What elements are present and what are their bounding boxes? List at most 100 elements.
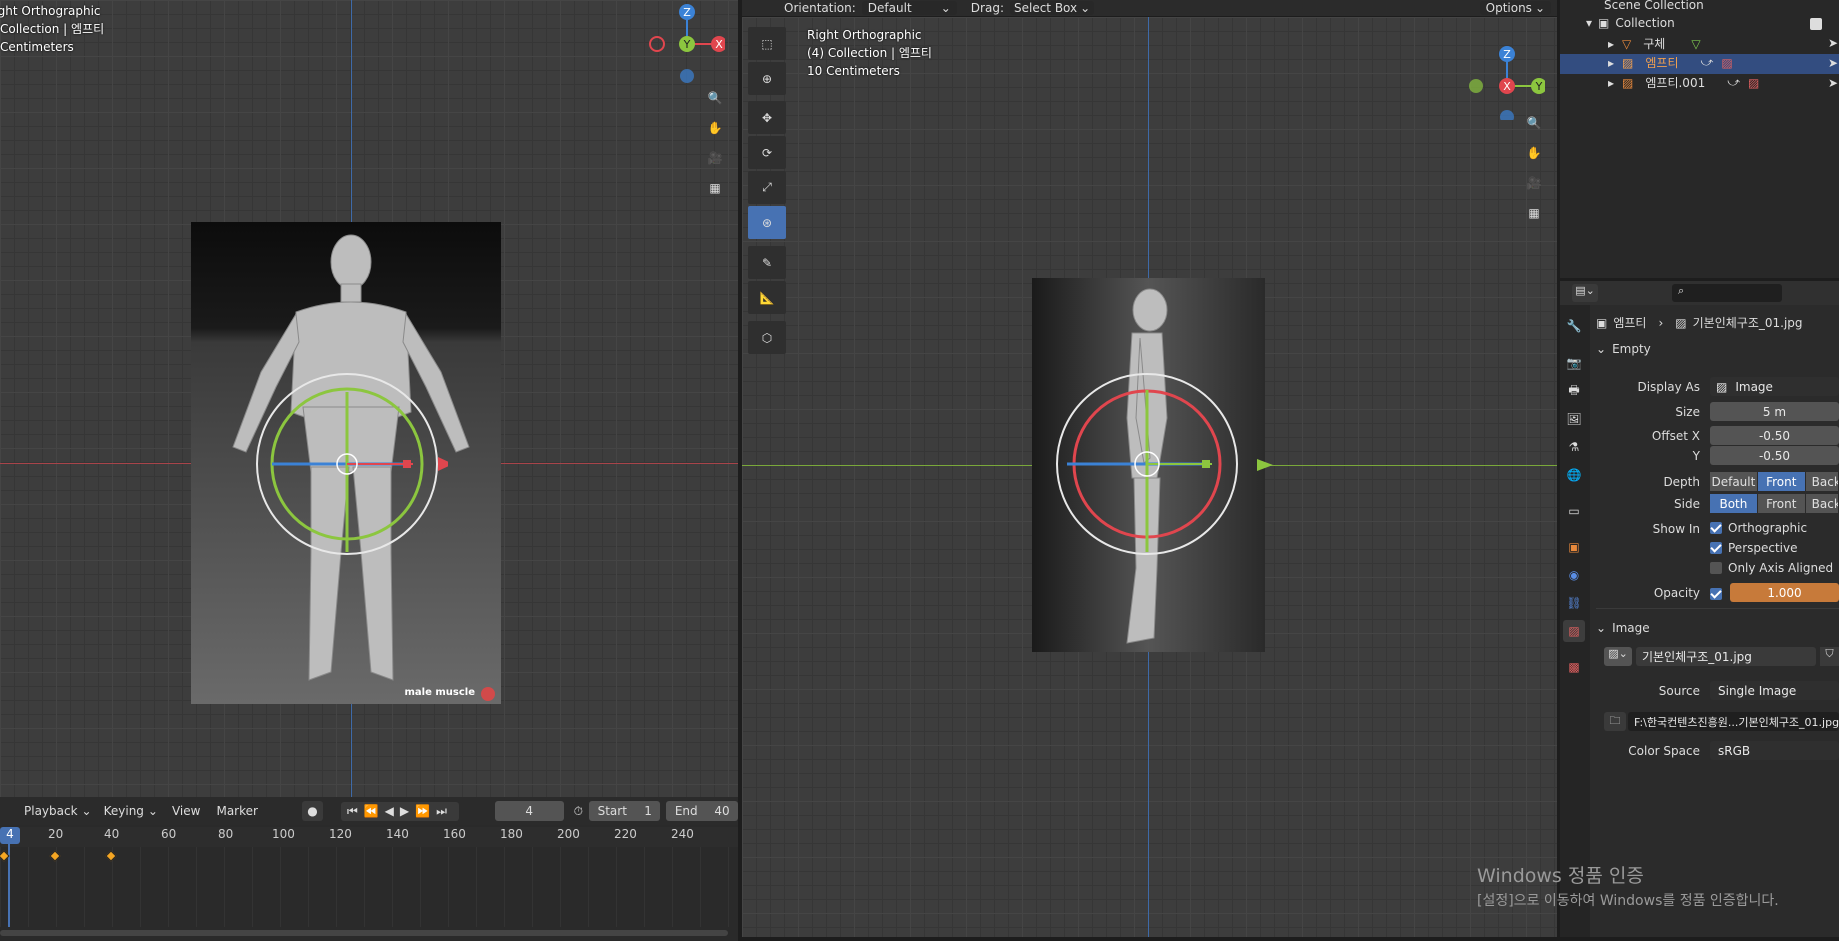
size-field[interactable]: 5 m — [1710, 402, 1839, 421]
checkbox-checked-icon[interactable] — [1710, 522, 1722, 534]
offset-x-field[interactable]: -0.50 — [1710, 426, 1839, 445]
data-tab-icon[interactable]: ▨ — [1563, 620, 1585, 642]
current-frame-marker[interactable]: 4 — [0, 827, 20, 844]
timeline-menu-view[interactable]: View — [172, 804, 200, 818]
grid-view-icon[interactable]: ▦ — [1521, 200, 1547, 226]
side-front-button[interactable]: Front — [1757, 494, 1805, 513]
offset-y-field[interactable]: -0.50 — [1710, 446, 1839, 465]
scene-tab-icon[interactable]: ⚗ — [1563, 436, 1585, 458]
move-tool-button[interactable]: ✥ — [748, 101, 786, 134]
options-dropdown[interactable]: Options ⌄ — [1479, 1, 1551, 15]
checkbox-unchecked-icon[interactable] — [1710, 562, 1722, 574]
side-selector[interactable]: Both Front Back — [1710, 494, 1839, 513]
start-frame-field[interactable]: Start 1 — [588, 801, 661, 821]
opacity-slider[interactable]: 1.000 — [1730, 583, 1839, 602]
depth-selector[interactable]: Default Front Back — [1710, 472, 1839, 491]
display-as-dropdown[interactable]: ▨ Image — [1710, 377, 1839, 396]
opacity-enable-checkbox[interactable] — [1710, 586, 1722, 600]
side-both-button[interactable]: Both — [1710, 494, 1757, 513]
color-space-dropdown[interactable]: sRGB — [1710, 741, 1839, 760]
transform-gizmo[interactable] — [248, 372, 448, 572]
view-layer-tab-icon[interactable]: 🖼 — [1563, 408, 1585, 430]
expand-triangle-icon[interactable]: ▸ — [1608, 76, 1614, 90]
zoom-icon[interactable]: 🔍 — [1521, 110, 1547, 136]
show-perspective-checkbox[interactable]: Perspective — [1710, 541, 1798, 555]
scrollbar[interactable] — [0, 930, 728, 936]
right-viewport[interactable]: Right Orthographic (4) Collection | 엠프티 … — [742, 17, 1557, 937]
playback-controls[interactable]: ⏮⏪◀▶⏩⏭ — [340, 801, 459, 821]
select-tool-button[interactable]: ⬚ — [748, 27, 786, 60]
outliner-item-sphere[interactable]: ▸ ▽ 구체 ▽ — [1608, 35, 1701, 52]
select-arrow-icon[interactable]: ➤ — [1828, 36, 1838, 50]
end-label: End — [674, 804, 698, 818]
image-name-field[interactable]: 기본인체구조_01.jpg — [1636, 647, 1816, 666]
select-arrow-icon[interactable]: ➤ — [1828, 76, 1838, 90]
camera-icon[interactable]: 🎥 — [1521, 170, 1547, 196]
annotate-tool-button[interactable]: ✎ — [748, 246, 786, 279]
scale-tool-button[interactable]: ⤢ — [748, 171, 786, 204]
collection-visible-checkbox[interactable] — [1810, 18, 1822, 30]
constraints-tab-icon[interactable]: ⛓ — [1563, 592, 1585, 614]
editor-type-icon[interactable]: ▤⌄ — [1572, 284, 1598, 302]
show-axis-aligned-checkbox[interactable]: Only Axis Aligned — [1710, 561, 1833, 575]
filepath-field[interactable]: F:\한국컨텐츠진흥원...기본인체구조_01.jpg — [1628, 712, 1839, 731]
rotate-tool-button[interactable]: ⟳ — [748, 136, 786, 169]
show-orthographic-checkbox[interactable]: Orthographic — [1710, 521, 1807, 535]
orientation-dropdown[interactable]: Default ⌄ — [861, 1, 957, 15]
output-tab-icon[interactable]: 🖶 — [1563, 380, 1585, 402]
side-back-button[interactable]: Back — [1805, 494, 1838, 513]
properties-search-input[interactable]: ⌕ — [1672, 284, 1782, 302]
depth-default-button[interactable]: Default — [1710, 472, 1757, 491]
outliner-item-empty-001[interactable]: ▸ ▨ 엠프티.001 ⤻ ▨ — [1608, 74, 1759, 91]
grid-view-icon[interactable]: ▦ — [702, 175, 728, 201]
timeline-menu-playback[interactable]: Playback — [24, 804, 78, 818]
tool-tab-icon[interactable]: 🔧 — [1563, 315, 1585, 337]
timeline-menu-marker[interactable]: Marker — [216, 804, 257, 818]
outliner[interactable]: Scene Collection ▾ ▣ Collection ▸ ▽ 구체 ▽ ▸ ▨ 엠프… — [1560, 0, 1839, 278]
folder-icon[interactable]: 🗀 — [1604, 712, 1626, 731]
source-dropdown[interactable]: Single Image — [1710, 681, 1839, 700]
transform-tool-button[interactable]: ⊛ — [748, 206, 786, 239]
measure-tool-button[interactable]: 📐 — [748, 281, 786, 314]
navigation-gizmo[interactable]: Z X Y — [645, 0, 725, 85]
tick-60: 60 — [161, 827, 177, 841]
checkbox-checked-icon[interactable] — [1710, 587, 1722, 600]
timeline-menu-keying[interactable]: Keying — [104, 804, 144, 818]
empty-panel-header[interactable]: ⌄ Empty — [1596, 338, 1839, 360]
world-tab-icon[interactable]: 🌐 — [1563, 464, 1585, 486]
zoom-icon[interactable]: 🔍 — [702, 85, 728, 111]
select-arrow-icon[interactable]: ➤ — [1828, 56, 1838, 70]
pan-hand-icon[interactable]: ✋ — [702, 115, 728, 141]
image-browse-button[interactable]: ▨⌄ — [1604, 647, 1632, 666]
drag-dropdown[interactable]: Select Box ⌄ — [1009, 1, 1095, 15]
timeline[interactable]: Playback ⌄ Keying ⌄ View Marker ● ⏮⏪◀▶⏩⏭ 4… — [0, 797, 738, 941]
properties-editor[interactable]: ▤⌄ ⌕ ▣ 엠프티 › ▨ 기본인체구조_01.jpg ⌄ Empty Display … — [1560, 281, 1839, 937]
collapse-triangle-icon[interactable]: ▾ — [1586, 16, 1592, 30]
checkbox-checked-icon[interactable] — [1710, 542, 1722, 554]
expand-triangle-icon[interactable]: ▸ — [1608, 37, 1614, 51]
texture-tab-icon[interactable]: ▩ — [1563, 656, 1585, 678]
image-panel-header[interactable]: ⌄ Image — [1596, 617, 1839, 639]
outliner-collection-row[interactable]: ▾ ▣ Collection — [1586, 16, 1675, 30]
y-axis-arrow-icon[interactable] — [1257, 459, 1273, 471]
object-tab-icon[interactable]: ▣ — [1563, 536, 1585, 558]
physics-tab-icon[interactable]: ◉ — [1563, 564, 1585, 586]
expand-triangle-icon[interactable]: ▸ — [1608, 56, 1614, 70]
render-tab-icon[interactable]: 📷 — [1563, 352, 1585, 374]
cursor-tool-button[interactable]: ⊕ — [748, 62, 786, 95]
left-viewport[interactable]: Right Orthographic Collection | 엠프티 Cent… — [0, 0, 738, 797]
windows-activation-watermark: Windows 정품 인증 [설정]으로 이동하여 Windows를 정품 인증… — [1477, 861, 1779, 910]
current-frame-field[interactable]: 4 — [494, 801, 564, 821]
record-button[interactable]: ● — [301, 801, 323, 821]
navigation-gizmo-right[interactable]: Z Y X — [1465, 30, 1545, 120]
transform-gizmo-side[interactable] — [1047, 372, 1257, 562]
outliner-item-empty[interactable]: ▸ ▨ 엠프티 ⤻ ▨ — [1608, 54, 1733, 71]
fake-user-shield-icon[interactable]: ⛉ — [1820, 647, 1839, 666]
end-frame-field[interactable]: End 40 — [666, 801, 738, 821]
collection-tab-icon[interactable]: ▭ — [1563, 500, 1585, 522]
camera-icon[interactable]: 🎥 — [702, 145, 728, 171]
depth-front-button[interactable]: Front — [1757, 472, 1805, 491]
add-cube-tool-button[interactable]: ⬡ — [748, 321, 786, 354]
pan-hand-icon[interactable]: ✋ — [1521, 140, 1547, 166]
depth-back-button[interactable]: Back — [1805, 472, 1838, 491]
